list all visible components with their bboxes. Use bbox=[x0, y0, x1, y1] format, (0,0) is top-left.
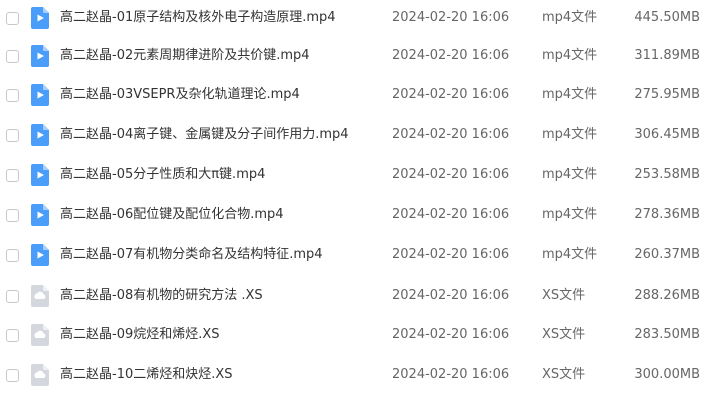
file-type: mp4文件 bbox=[542, 127, 598, 142]
video-file-icon bbox=[31, 204, 49, 226]
file-type: mp4文件 bbox=[542, 247, 598, 262]
file-size: 275.95MB bbox=[634, 87, 700, 102]
file-type: mp4文件 bbox=[542, 10, 598, 25]
row-checkbox[interactable] bbox=[6, 249, 19, 262]
row-checkbox[interactable] bbox=[6, 50, 19, 63]
file-size: 445.50MB bbox=[634, 10, 700, 25]
file-type: XS文件 bbox=[542, 288, 586, 303]
video-file-icon bbox=[31, 124, 49, 146]
file-size: 300.00MB bbox=[634, 367, 700, 382]
file-row[interactable]: 高二赵晶-01原子结构及核外电子构造原理.mp4 2024-02-20 16:06… bbox=[0, 0, 716, 40]
file-name[interactable]: 高二赵晶-01原子结构及核外电子构造原理.mp4 bbox=[60, 9, 336, 27]
file-modified-date: 2024-02-20 16:06 bbox=[392, 87, 510, 102]
file-modified-date: 2024-02-20 16:06 bbox=[392, 167, 510, 182]
file-modified-date: 2024-02-20 16:06 bbox=[392, 48, 510, 63]
file-name[interactable]: 高二赵晶-07有机物分类命名及结构特征.mp4 bbox=[60, 246, 323, 264]
file-name[interactable]: 高二赵晶-04离子键、金属键及分子间作用力.mp4 bbox=[60, 126, 349, 144]
file-modified-date: 2024-02-20 16:06 bbox=[392, 127, 510, 142]
file-row[interactable]: 高二赵晶-07有机物分类命名及结构特征.mp4 2024-02-20 16:06 m… bbox=[0, 237, 716, 277]
file-type: XS文件 bbox=[542, 367, 586, 382]
file-size: 283.50MB bbox=[634, 327, 700, 342]
generic-file-icon bbox=[31, 364, 49, 386]
file-type: XS文件 bbox=[542, 327, 586, 342]
file-row[interactable]: 高二赵晶-09烷烃和烯烃.XS 2024-02-20 16:06 XS文件 283.5… bbox=[0, 317, 716, 357]
row-checkbox[interactable] bbox=[6, 369, 19, 382]
file-name[interactable]: 高二赵晶-08有机物的研究方法 .XS bbox=[60, 287, 263, 305]
row-checkbox[interactable] bbox=[6, 129, 19, 142]
video-file-icon bbox=[31, 164, 49, 186]
file-modified-date: 2024-02-20 16:06 bbox=[392, 10, 510, 25]
video-file-icon bbox=[31, 84, 49, 106]
file-name[interactable]: 高二赵晶-02元素周期律进阶及共价键.mp4 bbox=[60, 47, 310, 65]
file-name[interactable]: 高二赵晶-06配位键及配位化合物.mp4 bbox=[60, 206, 284, 224]
file-name[interactable]: 高二赵晶-03VSEPR及杂化轨道理论.mp4 bbox=[60, 86, 300, 104]
file-type: mp4文件 bbox=[542, 207, 598, 222]
file-modified-date: 2024-02-20 16:06 bbox=[392, 288, 510, 303]
row-checkbox[interactable] bbox=[6, 89, 19, 102]
file-type: mp4文件 bbox=[542, 48, 598, 63]
file-modified-date: 2024-02-20 16:06 bbox=[392, 207, 510, 222]
file-row[interactable]: 高二赵晶-02元素周期律进阶及共价键.mp4 2024-02-20 16:06 mp… bbox=[0, 38, 716, 78]
row-checkbox[interactable] bbox=[6, 169, 19, 182]
row-checkbox[interactable] bbox=[6, 12, 19, 25]
file-list: 高二赵晶-01原子结构及核外电子构造原理.mp4 2024-02-20 16:06… bbox=[0, 0, 716, 398]
file-name[interactable]: 高二赵晶-09烷烃和烯烃.XS bbox=[60, 326, 220, 344]
row-checkbox[interactable] bbox=[6, 290, 19, 303]
file-size: 311.89MB bbox=[634, 48, 700, 63]
file-type: mp4文件 bbox=[542, 87, 598, 102]
video-file-icon bbox=[31, 7, 49, 29]
file-row[interactable]: 高二赵晶-03VSEPR及杂化轨道理论.mp4 2024-02-20 16:06 m… bbox=[0, 77, 716, 117]
file-size: 306.45MB bbox=[634, 127, 700, 142]
file-size: 253.58MB bbox=[634, 167, 700, 182]
file-type: mp4文件 bbox=[542, 167, 598, 182]
video-file-icon bbox=[31, 244, 49, 266]
file-name[interactable]: 高二赵晶-10二烯烃和炔烃.XS bbox=[60, 366, 233, 384]
row-checkbox[interactable] bbox=[6, 209, 19, 222]
file-row[interactable]: 高二赵晶-05分子性质和大π键.mp4 2024-02-20 16:06 mp4文件… bbox=[0, 157, 716, 197]
row-checkbox[interactable] bbox=[6, 329, 19, 342]
file-name[interactable]: 高二赵晶-05分子性质和大π键.mp4 bbox=[60, 166, 265, 184]
file-size: 288.26MB bbox=[634, 288, 700, 303]
file-row[interactable]: 高二赵晶-06配位键及配位化合物.mp4 2024-02-20 16:06 mp4文… bbox=[0, 197, 716, 237]
file-row[interactable]: 高二赵晶-08有机物的研究方法 .XS 2024-02-20 16:06 XS文件 2… bbox=[0, 278, 716, 318]
file-row[interactable]: 高二赵晶-10二烯烃和炔烃.XS 2024-02-20 16:06 XS文件 300.… bbox=[0, 357, 716, 397]
file-modified-date: 2024-02-20 16:06 bbox=[392, 247, 510, 262]
file-size: 278.36MB bbox=[634, 207, 700, 222]
file-row[interactable]: 高二赵晶-04离子键、金属键及分子间作用力.mp4 2024-02-20 16:0… bbox=[0, 117, 716, 157]
video-file-icon bbox=[31, 45, 49, 67]
file-modified-date: 2024-02-20 16:06 bbox=[392, 367, 510, 382]
generic-file-icon bbox=[31, 285, 49, 307]
file-modified-date: 2024-02-20 16:06 bbox=[392, 327, 510, 342]
file-size: 260.37MB bbox=[634, 247, 700, 262]
generic-file-icon bbox=[31, 324, 49, 346]
